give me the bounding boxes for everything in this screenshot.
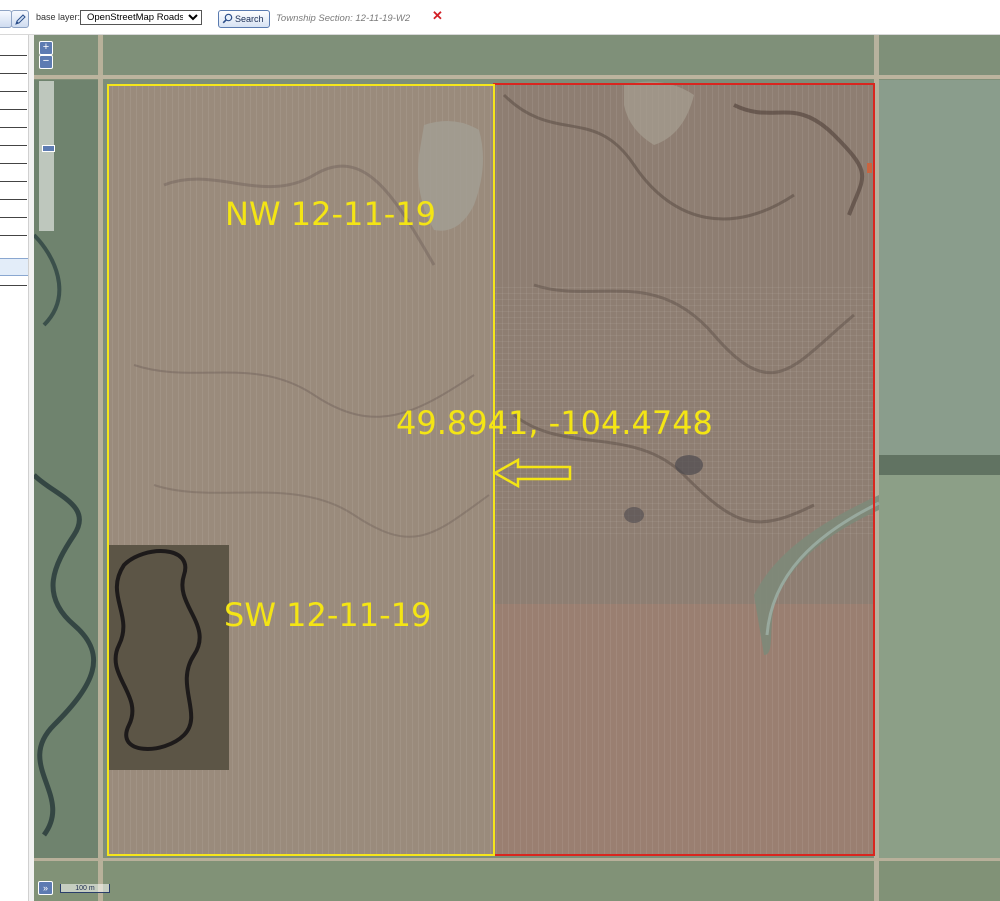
- sidebar-item-selected[interactable]: [0, 258, 28, 276]
- sidebar-item[interactable]: [0, 217, 27, 218]
- base-layer-select[interactable]: OpenStreetMap Roads: [80, 10, 202, 25]
- base-layer-label: base layer:: [36, 12, 81, 22]
- sidebar-item[interactable]: [0, 55, 27, 56]
- sidebar-item[interactable]: [0, 181, 27, 182]
- satellite-imagery: NW 12-11-19 SW 12-11-19 49.8941, -104.47…: [34, 35, 1000, 901]
- sidebar-item[interactable]: [0, 91, 27, 92]
- zoom-control: + −: [37, 41, 57, 231]
- sw-quarter-label: SW 12-11-19: [224, 596, 431, 634]
- sidebar-item[interactable]: [0, 109, 27, 110]
- pencil-icon[interactable]: [11, 10, 29, 28]
- zoom-slider-handle[interactable]: [42, 145, 55, 152]
- sidebar-item[interactable]: [0, 73, 27, 74]
- sidebar: [0, 35, 28, 901]
- sidebar-item[interactable]: [0, 145, 27, 146]
- magnifier-icon: [222, 13, 233, 26]
- coordinates-label: 49.8941, -104.4748: [396, 404, 713, 442]
- zoom-out-button[interactable]: −: [39, 55, 53, 69]
- sidebar-item[interactable]: [0, 235, 27, 236]
- zoom-in-button[interactable]: +: [39, 41, 53, 55]
- sidebar-item[interactable]: [0, 127, 27, 128]
- nw-quarter-label: NW 12-11-19: [225, 195, 436, 233]
- zoom-slider-track[interactable]: [39, 81, 55, 231]
- search-button-label: Search: [235, 14, 264, 24]
- sidebar-item[interactable]: [0, 199, 27, 200]
- map-viewport[interactable]: NW 12-11-19 SW 12-11-19 49.8941, -104.47…: [34, 35, 1000, 901]
- sidebar-item[interactable]: [0, 163, 27, 164]
- toolbar: base layer: OpenStreetMap Roads Search T…: [0, 0, 1000, 35]
- property-marker: [867, 163, 872, 173]
- township-section-label: Township Section: 12-11-19-W2: [276, 13, 411, 24]
- sidebar-item[interactable]: [0, 285, 27, 286]
- close-icon[interactable]: ✕: [432, 9, 443, 23]
- search-button[interactable]: Search: [218, 10, 270, 28]
- layer-switcher-button[interactable]: »: [38, 881, 53, 895]
- scale-bar: 100 m: [60, 884, 110, 893]
